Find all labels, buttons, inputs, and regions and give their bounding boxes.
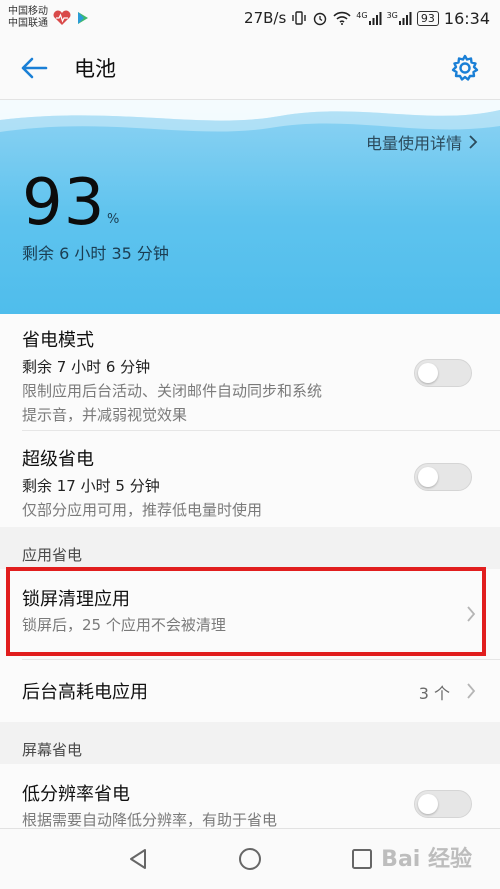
carrier-2: 中国联通 [8, 18, 48, 29]
toggle-knob [418, 363, 438, 383]
play-store-icon [76, 11, 90, 25]
network-type-1: 4G [356, 11, 368, 20]
lockscreen-clean-apps-row[interactable]: 锁屏清理应用 锁屏后，25 个应用不会被清理 [0, 569, 500, 659]
navigation-bar: Bai 经验 [0, 828, 500, 889]
vibrate-icon [291, 10, 307, 26]
home-circle-icon[interactable] [233, 842, 267, 876]
network-speed: 27B/s [244, 9, 287, 27]
recents-square-icon[interactable] [345, 842, 379, 876]
chevron-right-icon [468, 134, 478, 150]
lockscreen-clean-description: 锁屏后，25 个应用不会被清理 [22, 616, 226, 634]
ultra-saving-remaining: 剩余 17 小时 5 分钟 [22, 477, 160, 495]
background-power-apps-row[interactable]: 后台高耗电应用 3 个 [0, 660, 500, 722]
network-type-2: 3G [386, 11, 398, 20]
chevron-right-icon [466, 605, 476, 623]
power-saving-toggle[interactable] [414, 359, 472, 387]
ultra-saving-toggle[interactable] [414, 463, 472, 491]
power-saving-mode-row[interactable]: 省电模式 剩余 7 小时 6 分钟 限制应用后台活动、关闭邮件自动同步和系统 提… [0, 314, 500, 430]
chevron-right-icon [466, 682, 476, 700]
battery-percent: 93 [22, 166, 106, 240]
alarm-icon [312, 10, 328, 26]
battery-usage-details-link[interactable]: 电量使用详情 [366, 130, 478, 154]
toggle-knob [418, 467, 438, 487]
power-saving-description-line1: 限制应用后台活动、关闭邮件自动同步和系统 [22, 382, 323, 400]
lockscreen-clean-title: 锁屏清理应用 [22, 589, 130, 610]
ultra-saving-description: 仅部分应用可用，推荐低电量时使用 [22, 501, 263, 519]
low-resolution-title: 低分辨率省电 [22, 784, 130, 805]
signal-4g-icon: 4G [356, 11, 382, 25]
screen-power-saving-header: 屏幕省电 [0, 722, 500, 764]
baidu-watermark: Bai 经验 [381, 847, 472, 872]
back-arrow-icon[interactable] [20, 56, 48, 80]
carrier-labels: 中国移动 中国联通 [8, 6, 48, 30]
battery-status-icon: 93 [416, 10, 439, 26]
toggle-knob [418, 794, 438, 814]
background-apps-title: 后台高耗电应用 [22, 682, 148, 703]
app-power-card: 锁屏清理应用 锁屏后，25 个应用不会被清理 后台高耗电应用 3 个 [0, 569, 500, 722]
wifi-icon [333, 11, 351, 25]
power-saving-description-line2: 提示音，并减弱视觉效果 [22, 406, 188, 424]
ultra-saving-title: 超级省电 [22, 449, 94, 470]
battery-percent-unit: % [107, 212, 120, 227]
settings-list: 省电模式 剩余 7 小时 6 分钟 限制应用后台活动、关闭邮件自动同步和系统 提… [0, 314, 500, 844]
clock: 16:34 [443, 8, 490, 28]
battery-remaining-time: 剩余 6 小时 35 分钟 [22, 244, 169, 263]
power-saving-remaining: 剩余 7 小时 6 分钟 [22, 358, 151, 376]
health-heart-icon [52, 10, 72, 26]
signal-3g-icon: 3G [387, 11, 412, 25]
settings-gear-icon[interactable] [450, 53, 480, 83]
carrier-1: 中国移动 [8, 6, 48, 17]
battery-usage-details-label: 电量使用详情 [365, 134, 462, 153]
status-bar: 中国移动 中国联通 27B/s 4G 3G 93 16:34 [0, 0, 500, 36]
page-title: 电池 [74, 56, 116, 81]
app-power-saving-header: 应用省电 [0, 527, 500, 569]
back-triangle-icon[interactable] [121, 842, 155, 876]
saving-modes-card: 省电模式 剩余 7 小时 6 分钟 限制应用后台活动、关闭邮件自动同步和系统 提… [0, 314, 500, 527]
power-saving-title: 省电模式 [22, 330, 94, 351]
battery-overview: 电量使用详情 93 % 剩余 6 小时 35 分钟 [0, 100, 500, 314]
ultra-power-saving-row[interactable]: 超级省电 剩余 17 小时 5 分钟 仅部分应用可用，推荐低电量时使用 [0, 431, 500, 527]
app-bar: 电池 [0, 36, 500, 100]
low-resolution-toggle[interactable] [414, 790, 472, 818]
background-apps-count: 3 个 [418, 684, 450, 703]
